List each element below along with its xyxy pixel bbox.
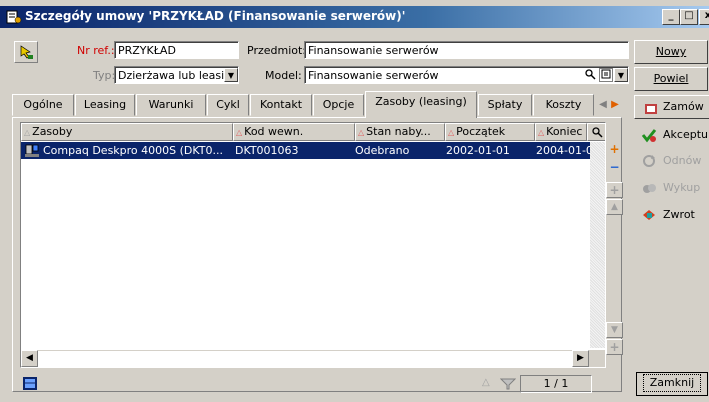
close-button-label: Zamknij bbox=[642, 374, 702, 392]
return-button[interactable]: Zwrot bbox=[633, 202, 709, 228]
grid-view-icon[interactable] bbox=[23, 377, 37, 390]
order-icon bbox=[645, 104, 657, 114]
model-label: Model: bbox=[265, 69, 302, 82]
column-header[interactable]: △ Początek bbox=[445, 123, 535, 141]
ref-label: Nr ref.: bbox=[77, 44, 115, 57]
model-dropdown-icon[interactable]: ▼ bbox=[614, 68, 628, 82]
type-label: Typ: bbox=[93, 69, 116, 82]
scroll-right-icon[interactable]: ▶ bbox=[572, 350, 589, 367]
tab-4[interactable]: Cykl bbox=[207, 94, 249, 116]
add-row-icon[interactable]: + bbox=[606, 142, 623, 160]
tab-scroll-right-icon[interactable]: ▶ bbox=[608, 98, 622, 112]
duplicate-button[interactable]: Powiel bbox=[634, 67, 708, 91]
order-button-label: Zamów bbox=[663, 100, 704, 113]
filter-icon[interactable] bbox=[500, 377, 516, 390]
model-field[interactable]: Finansowanie serwerów bbox=[304, 66, 629, 84]
table-row[interactable]: Compaq Deskpro 4000S (DKT0... DKT001063 … bbox=[21, 142, 605, 159]
pen-icon bbox=[20, 45, 33, 59]
close-button[interactable]: Zamknij bbox=[636, 372, 708, 396]
tab-1[interactable]: Ogólne bbox=[12, 94, 74, 116]
context-icon-button[interactable] bbox=[14, 41, 38, 63]
column-header[interactable]: △ Koniec bbox=[535, 123, 587, 141]
move-up-icon[interactable]: ▲ bbox=[606, 199, 623, 215]
move-down-icon[interactable]: ▼ bbox=[606, 322, 623, 338]
title-bar[interactable]: Szczegóły umowy 'PRZYKŁAD (Finansowanie … bbox=[0, 6, 709, 28]
scroll-left-icon[interactable]: ◀ bbox=[21, 350, 38, 367]
column-header[interactable]: △ Kod wewn. bbox=[233, 123, 355, 141]
sort-indicator-icon: △ bbox=[358, 128, 365, 137]
minimize-button[interactable]: _ bbox=[662, 9, 680, 25]
tab-8[interactable]: Spłaty bbox=[478, 94, 532, 116]
new-button[interactable]: Nowy bbox=[634, 40, 708, 64]
column-header[interactable]: △ Zasoby bbox=[21, 123, 233, 141]
start-cell: 2002-01-01 bbox=[446, 144, 510, 157]
asset-cell: Compaq Deskpro 4000S (DKT0... bbox=[43, 144, 223, 157]
magnifier-icon[interactable] bbox=[583, 68, 597, 82]
window-title: Szczegóły umowy 'PRZYKŁAD (Finansowanie … bbox=[25, 9, 406, 23]
sort-indicator-icon: △ bbox=[538, 128, 545, 137]
add-row-disabled-icon[interactable]: + bbox=[606, 182, 623, 198]
table-search-icon[interactable] bbox=[587, 123, 605, 141]
computer-icon bbox=[25, 144, 39, 157]
accept-button-label: Akceptu bbox=[663, 128, 708, 141]
pager: 1 / 1 bbox=[520, 375, 592, 393]
buyout-button-label: Wykup bbox=[663, 181, 701, 194]
ref-field[interactable]: PRZYKŁAD bbox=[114, 41, 239, 59]
code-cell: DKT001063 bbox=[235, 144, 299, 157]
checkmark-icon bbox=[641, 129, 657, 143]
horizontal-scrollbar[interactable]: ◀ ▶ bbox=[21, 350, 605, 367]
add-row-bottom-icon[interactable]: + bbox=[606, 339, 623, 355]
return-button-label: Zwrot bbox=[663, 208, 695, 221]
assets-table: △ Zasoby △ Kod wewn. △ Stan naby... △ Początek △… bbox=[20, 122, 606, 368]
column-header[interactable]: △ Stan naby... bbox=[355, 123, 445, 141]
column-header-label: Początek bbox=[456, 125, 506, 138]
state-cell: Odebrano bbox=[355, 144, 410, 157]
column-header-label: Zasoby bbox=[32, 125, 73, 138]
tab-6[interactable]: Opcje bbox=[313, 94, 364, 116]
sort-indicator-icon: △ bbox=[448, 128, 455, 137]
column-header-label: Stan naby... bbox=[366, 125, 431, 138]
subject-label: Przedmiot: bbox=[247, 44, 307, 57]
vertical-scrollbar[interactable] bbox=[590, 142, 605, 348]
renew-button-label: Odnów bbox=[663, 154, 702, 167]
buyout-icon bbox=[643, 184, 656, 193]
tab-3[interactable]: Warunki bbox=[136, 94, 206, 116]
return-icon bbox=[643, 210, 655, 220]
tab-5[interactable]: Kontakt bbox=[250, 94, 312, 116]
sort-icon[interactable]: △ bbox=[482, 377, 490, 388]
sort-indicator-icon: △ bbox=[236, 128, 243, 137]
sort-indicator-icon: △ bbox=[24, 128, 31, 137]
tab-9[interactable]: Koszty bbox=[533, 94, 594, 116]
contract-icon bbox=[6, 10, 22, 24]
close-window-button[interactable]: x bbox=[699, 9, 709, 25]
column-header-label: Koniec bbox=[546, 125, 583, 138]
type-dropdown-icon[interactable]: ▼ bbox=[224, 68, 238, 82]
contract-details-window: Szczegóły umowy 'PRZYKŁAD (Finansowanie … bbox=[0, 0, 709, 402]
status-bar: △ 1 / 1 bbox=[20, 375, 606, 393]
details-icon[interactable] bbox=[599, 68, 613, 82]
accept-button[interactable]: Akceptu bbox=[633, 122, 709, 148]
new-button-label: Nowy bbox=[655, 45, 687, 58]
order-button[interactable]: Zamów bbox=[634, 95, 709, 119]
remove-row-icon[interactable]: − bbox=[606, 160, 623, 178]
tab-2[interactable]: Leasing bbox=[75, 94, 135, 116]
duplicate-button-label: Powiel bbox=[653, 72, 689, 85]
type-select[interactable]: Dzierżawa lub leasi bbox=[114, 66, 239, 84]
renew-icon bbox=[643, 155, 655, 167]
subject-field[interactable]: Finansowanie serwerów bbox=[304, 41, 629, 59]
column-header-label: Kod wewn. bbox=[244, 125, 304, 138]
buyout-button[interactable]: Wykup bbox=[633, 175, 709, 201]
renew-button[interactable]: Odnów bbox=[633, 148, 709, 174]
maximize-button[interactable]: □ bbox=[680, 9, 698, 25]
tab-7[interactable]: Zasoby (leasing) bbox=[365, 91, 477, 118]
